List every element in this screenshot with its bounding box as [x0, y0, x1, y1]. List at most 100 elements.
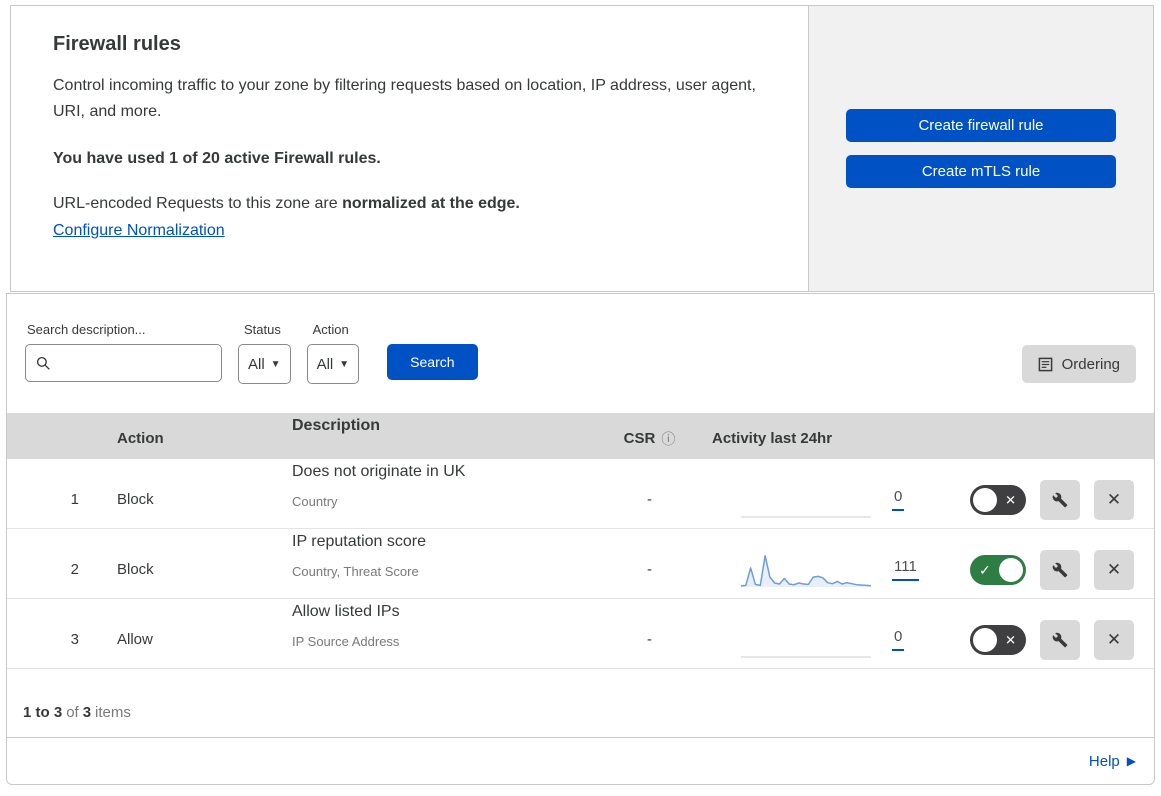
status-filter-group: Status All ▼ — [238, 322, 291, 384]
close-icon: ✕ — [1106, 559, 1122, 579]
ordering-label: Ordering — [1061, 355, 1120, 373]
help-label: Help — [1088, 752, 1120, 770]
status-filter-select[interactable]: All ▼ — [238, 344, 291, 384]
chevron-down-icon: ▼ — [270, 358, 281, 370]
rule-activity-cell: 0 — [692, 480, 954, 520]
status-filter-value: All — [248, 355, 265, 373]
help-bar: Help ▶ — [7, 737, 1154, 784]
wrench-icon — [1052, 492, 1068, 507]
search-icon — [36, 356, 50, 370]
x-mark-icon: ✕ — [1005, 632, 1016, 647]
arrow-right-icon: ▶ — [1126, 754, 1136, 768]
rule-controls: ✕ ✕ — [954, 479, 1154, 520]
create-firewall-rule-button[interactable]: Create firewall rule — [846, 109, 1116, 142]
rule-fields: Country, Threat Score — [292, 564, 419, 579]
intro-card: Firewall rules Control incoming traffic … — [11, 6, 809, 291]
info-icon[interactable]: ⓘ — [661, 429, 675, 449]
column-activity: Activity last 24hr — [712, 430, 833, 447]
rule-description: IP reputation score — [292, 533, 427, 550]
search-button-wrap: Search — [387, 344, 478, 380]
ordering-list-icon — [1038, 357, 1052, 371]
activity-sparkline — [740, 554, 872, 587]
column-description: Description — [292, 417, 381, 434]
wrench-icon — [1052, 562, 1068, 577]
rule-controls: ✓ ✕ — [954, 549, 1154, 590]
configure-rule-button[interactable] — [1040, 479, 1080, 520]
rule-controls: ✕ ✕ — [954, 619, 1154, 660]
chevron-down-icon: ▼ — [339, 358, 350, 370]
toggle-knob — [973, 627, 997, 652]
footer-total: 3 — [82, 704, 92, 721]
usage-summary: You have used 1 of 20 active Firewall ru… — [53, 150, 381, 167]
rule-fields: IP Source Address — [292, 634, 400, 649]
header-section: Firewall rules Control incoming traffic … — [10, 5, 1154, 292]
rule-priority: 3 — [70, 631, 79, 648]
table-row: 3 Allow Allow listed IPs IP Source Address -… — [7, 599, 1154, 669]
search-group: Search description... — [25, 322, 222, 382]
action-filter-value: All — [316, 355, 334, 373]
rule-enabled-toggle[interactable]: ✕ — [970, 484, 1026, 515]
delete-rule-button[interactable]: ✕ — [1094, 479, 1134, 520]
rule-description: Allow listed IPs — [292, 603, 400, 620]
configure-normalization-link[interactable]: Configure Normalization — [53, 222, 225, 239]
rule-csr-value: - — [647, 491, 652, 508]
delete-rule-button[interactable]: ✕ — [1094, 619, 1134, 660]
rule-csr-value: - — [647, 631, 652, 648]
normalization-bold: normalized at the edge. — [342, 195, 520, 212]
rules-list-card: Search description... Status All ▼ Actio… — [6, 293, 1155, 785]
close-icon: ✕ — [1106, 629, 1122, 649]
rule-description: Does not originate in UK — [292, 463, 466, 480]
ordering-button[interactable]: Ordering — [1021, 345, 1136, 383]
column-csr: CSR ⓘ — [607, 429, 692, 449]
action-filter-label: Action — [312, 322, 349, 337]
actions-panel: Create firewall rule Create mTLS rule — [809, 6, 1153, 291]
activity-sparkline — [741, 656, 871, 657]
help-link[interactable]: Help ▶ — [1089, 753, 1136, 770]
activity-count-link[interactable]: 0 — [892, 628, 905, 651]
table-row: 1 Block Does not originate in UK Country - 0 ✕… — [7, 459, 1154, 529]
table-footer: 1 to 3 of 3 items — [7, 669, 1154, 737]
normalization-note: URL-encoded Requests to this zone are no… — [53, 195, 766, 213]
activity-count-link[interactable]: 0 — [892, 488, 905, 511]
configure-rule-button[interactable] — [1040, 549, 1080, 590]
rule-action-value: Allow — [117, 631, 153, 648]
rule-description-cell: IP reputation score Country, Threat Score — [272, 529, 607, 585]
search-button[interactable]: Search — [387, 344, 478, 380]
toggle-knob — [999, 557, 1023, 582]
rule-enabled-toggle[interactable]: ✓ — [970, 554, 1026, 585]
rule-activity-cell: 111 — [692, 550, 954, 590]
rule-action-value: Block — [117, 561, 154, 578]
table-header: Action Description CSR ⓘ Activity last 2… — [7, 413, 1154, 459]
rule-fields: Country — [292, 494, 338, 509]
rule-description-cell: Allow listed IPs IP Source Address — [272, 599, 607, 655]
page-title: Firewall rules — [53, 33, 181, 55]
wrench-icon — [1052, 632, 1068, 647]
configure-rule-button[interactable] — [1040, 619, 1080, 660]
footer-range: 1 to 3 — [23, 704, 63, 721]
search-box — [25, 344, 222, 382]
search-label: Search description... — [27, 322, 146, 337]
rule-activity-cell: 0 — [692, 620, 954, 660]
rule-csr-value: - — [647, 561, 652, 578]
table-row: 2 Block IP reputation score Country, Threat… — [7, 529, 1154, 599]
rule-priority: 1 — [70, 491, 79, 508]
normalization-text: URL-encoded Requests to this zone are — [53, 195, 343, 212]
delete-rule-button[interactable]: ✕ — [1094, 549, 1134, 590]
filter-bar: Search description... Status All ▼ Actio… — [7, 294, 1154, 413]
close-icon: ✕ — [1106, 489, 1122, 509]
activity-count-link[interactable]: 111 — [892, 558, 919, 581]
rule-action-value: Block — [117, 491, 154, 508]
footer-items: items — [95, 704, 131, 721]
action-filter-select[interactable]: All ▼ — [306, 344, 360, 384]
activity-sparkline — [741, 516, 871, 517]
toggle-knob — [973, 487, 997, 512]
rule-enabled-toggle[interactable]: ✕ — [970, 624, 1026, 655]
csr-label: CSR — [623, 430, 656, 447]
search-input[interactable] — [59, 354, 211, 372]
page-description: Control incoming traffic to your zone by… — [53, 77, 756, 120]
table-body: 1 Block Does not originate in UK Country - 0 ✕… — [7, 459, 1154, 669]
footer-of: of — [66, 704, 79, 721]
action-filter-group: Action All ▼ — [306, 322, 360, 384]
create-mtls-rule-button[interactable]: Create mTLS rule — [846, 155, 1116, 188]
x-mark-icon: ✕ — [1005, 492, 1016, 507]
